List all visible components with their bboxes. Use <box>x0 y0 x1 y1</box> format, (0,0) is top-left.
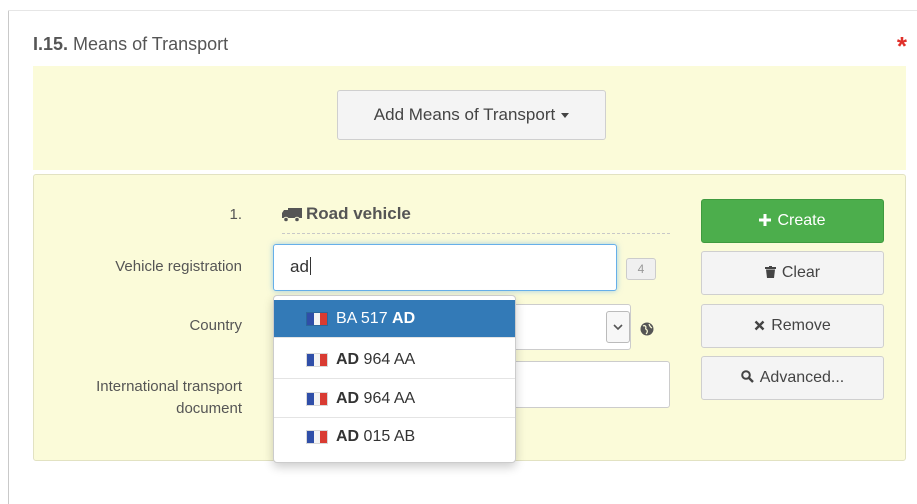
france-flag-icon <box>306 391 328 406</box>
globe-icon[interactable] <box>636 318 658 340</box>
caret-down-icon <box>561 112 570 118</box>
entry-number: 1. <box>229 206 242 223</box>
add-means-of-transport-button[interactable]: Add Means of Transport <box>337 90 606 140</box>
text-cursor <box>309 257 311 275</box>
clear-button-label: Clear <box>781 264 821 281</box>
trash-icon <box>764 265 776 282</box>
road-vehicle-title: Road vehicle <box>282 204 670 234</box>
add-button-label: Add Means of Transport <box>373 105 556 124</box>
country-select-toggle[interactable] <box>606 311 630 343</box>
search-icon <box>740 369 754 387</box>
suggestion-text: BA 517 AD <box>336 309 416 327</box>
itd-label-line1: International transport <box>96 378 242 395</box>
top-border <box>8 10 917 11</box>
remove-button[interactable]: Remove <box>701 304 884 348</box>
vehicle-registration-value: ad <box>290 257 309 276</box>
suggestion-item[interactable]: AD 015 AB <box>274 418 515 456</box>
chevron-down-icon <box>613 323 623 330</box>
suggestion-text: AD 964 AA <box>336 350 416 368</box>
suggestion-item[interactable]: AD 964 AA <box>274 341 515 379</box>
country-label: Country <box>189 317 242 334</box>
international-transport-document-label: International transport document <box>52 376 242 420</box>
clear-button[interactable]: Clear <box>701 251 884 295</box>
left-border <box>8 10 9 504</box>
vehicle-registration-label: Vehicle registration <box>115 258 242 275</box>
advanced-search-button[interactable]: Advanced... <box>701 356 884 400</box>
create-button[interactable]: Create <box>701 199 884 243</box>
section-code: I.15. <box>33 34 69 54</box>
suggestion-item[interactable]: AD 964 AA <box>274 380 515 418</box>
advanced-button-label: Advanced... <box>759 369 845 386</box>
suggestion-text: AD 964 AA <box>336 389 416 407</box>
character-counter-badge: 4 <box>626 258 656 280</box>
france-flag-icon <box>306 311 328 326</box>
international-transport-document-input[interactable] <box>500 361 670 408</box>
itd-label-line2: document <box>176 400 242 417</box>
registration-suggestions-dropdown: BA 517 AD AD 964 AA AD 964 AA AD 015 AB <box>273 295 516 463</box>
france-flag-icon <box>306 430 328 444</box>
suggestion-text: AD 015 AB <box>336 428 416 445</box>
remove-button-label: Remove <box>771 317 831 334</box>
france-flag-icon <box>306 352 328 367</box>
close-icon <box>754 318 765 335</box>
create-button-label: Create <box>777 212 826 229</box>
road-vehicle-label: Road vehicle <box>306 204 411 223</box>
plus-icon <box>759 213 772 230</box>
section-title-text: Means of Transport <box>73 34 229 54</box>
section-title: I.15. Means of Transport <box>33 34 228 55</box>
suggestion-item[interactable]: BA 517 AD <box>274 300 515 338</box>
page: I.15. Means of Transport * Add Means of … <box>0 0 917 504</box>
required-asterisk-icon: * <box>896 31 907 61</box>
vehicle-registration-input[interactable]: ad <box>273 244 617 291</box>
truck-icon <box>282 207 302 223</box>
